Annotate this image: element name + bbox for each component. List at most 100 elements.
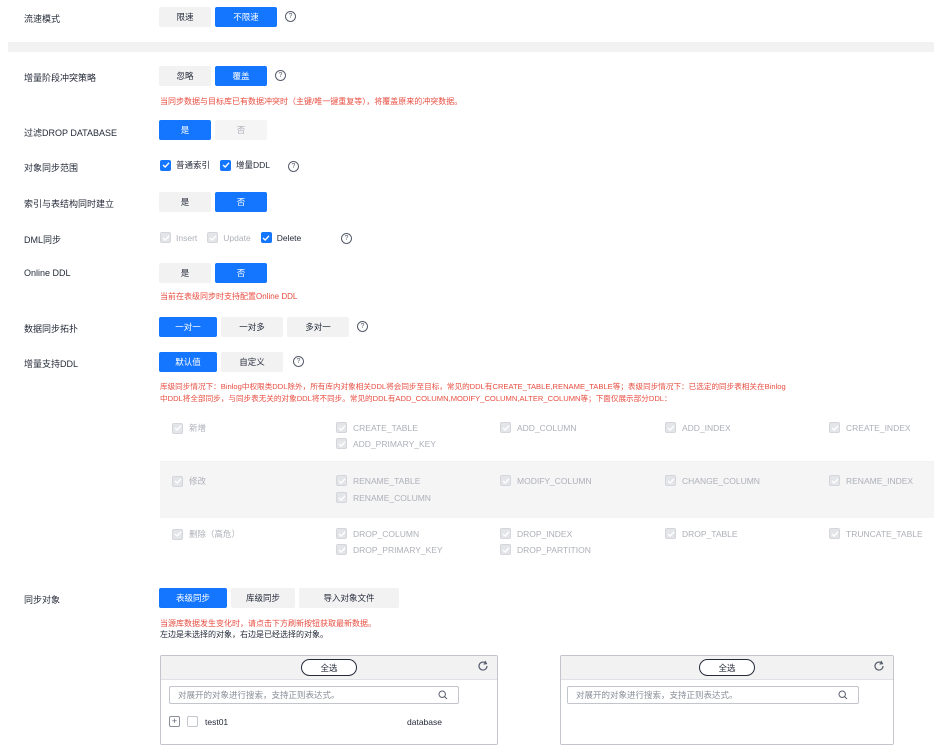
ddl-item[interactable]: MODIFY_COLUMN xyxy=(500,475,592,486)
ddl-row-add: 新增 CREATE_TABLE ADD_PRIMARY_KEY ADD_COLU… xyxy=(160,412,934,462)
ddl-group-modify[interactable]: 修改 xyxy=(172,475,206,487)
ddl-custom-button[interactable]: 自定义 xyxy=(221,352,283,372)
sync-scope-label: 对象同步范围 xyxy=(24,163,79,173)
ddl-item[interactable]: DROP_TABLE xyxy=(665,528,738,539)
check-icon xyxy=(162,162,170,168)
index-build-no-button[interactable]: 否 xyxy=(215,192,267,212)
tree-item-name: test01 xyxy=(205,716,229,727)
unselected-objects-panel: 全选 对展开的对象进行搜索，支持正则表达式。 + test01 database xyxy=(160,655,498,745)
tree-item[interactable]: + test01 database xyxy=(169,716,469,727)
sync-scope-options: 普通索引 增量DDL xyxy=(160,159,276,171)
ddl-group-delete[interactable]: 删除（高危） xyxy=(172,528,240,540)
flow-mode-label: 流速模式 xyxy=(24,14,61,24)
ddl-group-add[interactable]: 新增 xyxy=(172,422,206,434)
check-icon xyxy=(338,494,346,501)
check-icon xyxy=(831,477,839,484)
search-icon xyxy=(438,690,448,700)
check-icon xyxy=(831,424,839,431)
check-icon xyxy=(174,531,182,537)
search-placeholder: 对展开的对象进行搜索，支持正则表达式。 xyxy=(576,690,738,700)
search-input[interactable]: 对展开的对象进行搜索，支持正则表达式。 xyxy=(567,686,859,704)
index-build-yes-button[interactable]: 是 xyxy=(159,192,211,212)
help-icon[interactable]: ? xyxy=(288,161,299,172)
check-icon xyxy=(502,546,510,553)
sync-object-note: 当源库数据发生变化时，请点击下方刷新按钮获取最新数据。 xyxy=(160,619,376,628)
tree-item-checkbox[interactable] xyxy=(187,716,198,727)
help-icon[interactable]: ? xyxy=(275,70,286,81)
delete-checkbox[interactable] xyxy=(260,232,272,243)
expand-icon[interactable]: + xyxy=(169,716,180,727)
ddl-item[interactable]: CREATE_INDEX xyxy=(829,422,911,433)
ddl-support-label: 增量支持DDL xyxy=(24,359,79,369)
check-icon xyxy=(338,546,346,553)
search-input[interactable]: 对展开的对象进行搜索，支持正则表达式。 xyxy=(169,686,459,704)
ddl-item[interactable]: DROP_INDEX xyxy=(500,528,572,539)
ddl-item[interactable]: DROP_PARTITION xyxy=(500,544,591,555)
help-icon[interactable]: ? xyxy=(341,233,352,244)
refresh-icon[interactable] xyxy=(477,660,489,675)
flow-mode-toggle: 限速 不限速 xyxy=(159,7,281,27)
online-ddl-yes-button[interactable]: 是 xyxy=(159,263,211,283)
ddl-item[interactable]: TRUNCATE_TABLE xyxy=(829,528,923,539)
db-level-sync-button[interactable]: 库级同步 xyxy=(231,588,295,608)
select-all-button[interactable]: 全选 xyxy=(301,659,357,676)
table-level-sync-button[interactable]: 表级同步 xyxy=(159,588,227,608)
ddl-row-modify: 修改 RENAME_TABLE RENAME_COLUMN MODIFY_COL… xyxy=(160,462,934,518)
ddl-item[interactable]: CHANGE_COLUMN xyxy=(665,475,760,486)
incremental-ddl-checkbox[interactable] xyxy=(220,159,232,171)
ddl-item[interactable]: DROP_COLUMN xyxy=(336,528,419,539)
dml-sync-options: Insert Update Delete xyxy=(160,232,311,243)
help-icon[interactable]: ? xyxy=(285,11,296,22)
flow-limit-button[interactable]: 限速 xyxy=(159,7,211,27)
check-icon xyxy=(338,440,346,447)
conflict-ignore-button[interactable]: 忽略 xyxy=(159,66,211,86)
topology-label: 数据同步拓扑 xyxy=(24,324,79,334)
check-icon xyxy=(338,424,346,431)
sync-object-label: 同步对象 xyxy=(24,595,61,605)
topology-one-to-one-button[interactable]: 一对一 xyxy=(159,317,217,337)
panel-header: 全选 xyxy=(161,656,497,680)
ddl-item[interactable]: ADD_INDEX xyxy=(665,422,731,433)
filter-drop-yes-button[interactable]: 是 xyxy=(159,120,211,140)
ddl-item[interactable]: ADD_COLUMN xyxy=(500,422,577,433)
ddl-support-note-line1: 库级同步情况下：Binlog中权限类DDL除外，所有库内对象相关DDL将会同步至… xyxy=(160,382,786,391)
import-object-file-button[interactable]: 导入对象文件 xyxy=(299,588,399,608)
check-icon xyxy=(502,424,510,431)
help-icon[interactable]: ? xyxy=(357,321,368,332)
select-all-button[interactable]: 全选 xyxy=(699,659,755,676)
check-icon xyxy=(667,530,675,537)
check-icon xyxy=(667,477,675,484)
ddl-item[interactable]: ADD_PRIMARY_KEY xyxy=(336,438,436,449)
check-icon xyxy=(831,530,839,537)
conflict-overwrite-button[interactable]: 覆盖 xyxy=(215,66,267,86)
filter-drop-toggle: 是 否 xyxy=(159,120,271,140)
check-icon xyxy=(174,425,182,431)
online-ddl-no-button[interactable]: 否 xyxy=(215,263,267,283)
check-icon xyxy=(222,162,230,168)
update-checkbox[interactable] xyxy=(207,232,219,243)
ddl-item[interactable]: RENAME_COLUMN xyxy=(336,492,431,503)
check-icon xyxy=(338,530,346,537)
filter-drop-label: 过滤DROP DATABASE xyxy=(24,128,118,138)
update-text: Update xyxy=(223,232,251,243)
flow-unlimited-button[interactable]: 不限速 xyxy=(215,7,277,27)
topology-many-to-one-button[interactable]: 多对一 xyxy=(287,317,349,337)
ddl-item[interactable]: RENAME_INDEX xyxy=(829,475,913,486)
help-icon[interactable]: ? xyxy=(293,356,304,367)
selected-objects-panel: 全选 对展开的对象进行搜索，支持正则表达式。 xyxy=(560,655,894,745)
ddl-item[interactable]: CREATE_TABLE xyxy=(336,422,418,433)
ddl-default-button[interactable]: 默认值 xyxy=(159,352,217,372)
refresh-icon[interactable] xyxy=(873,660,885,675)
insert-text: Insert xyxy=(176,232,198,243)
ddl-support-note-line2: 中DDL将全部同步，与同步表无关的对象DDL将不同步。常见的DDL有ADD_CO… xyxy=(160,394,672,403)
check-icon xyxy=(209,234,217,241)
search-placeholder: 对展开的对象进行搜索，支持正则表达式。 xyxy=(178,690,340,700)
ddl-item[interactable]: RENAME_TABLE xyxy=(336,475,420,486)
topology-one-to-many-button[interactable]: 一对多 xyxy=(221,317,283,337)
normal-index-checkbox[interactable] xyxy=(160,159,171,171)
ddl-row-delete: 删除（高危） DROP_COLUMN DROP_PRIMARY_KEY DROP… xyxy=(160,518,934,572)
sync-object-note2: 左边是未选择的对象，右边是已经选择的对象。 xyxy=(160,630,328,639)
insert-checkbox[interactable] xyxy=(160,232,171,243)
filter-drop-no-button[interactable]: 否 xyxy=(215,120,267,140)
ddl-item[interactable]: DROP_PRIMARY_KEY xyxy=(336,544,443,555)
